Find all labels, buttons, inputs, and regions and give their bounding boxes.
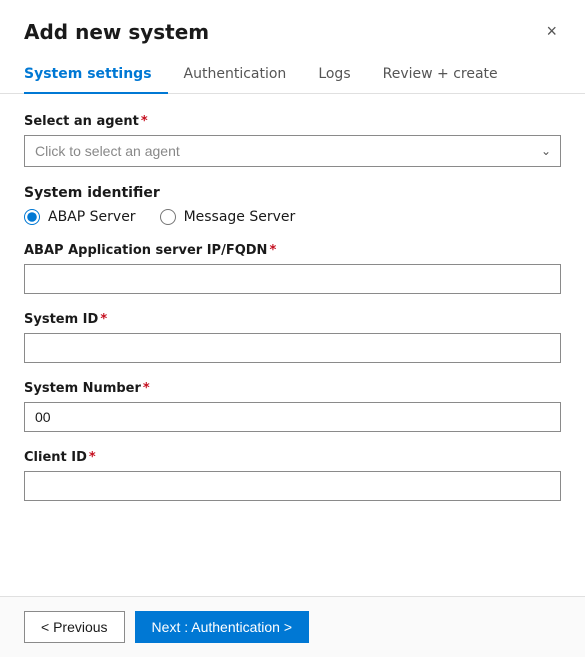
tab-authentication[interactable]: Authentication <box>168 56 303 94</box>
radio-group: ABAP Server Message Server <box>24 209 561 225</box>
system-number-group: System Number* <box>24 381 561 432</box>
radio-message-server[interactable] <box>160 209 176 225</box>
system-identifier-group: System identifier ABAP Server Message Se… <box>24 185 561 225</box>
client-id-required: * <box>89 450 96 465</box>
abap-ip-input[interactable] <box>24 264 561 294</box>
system-id-label: System ID* <box>24 312 561 327</box>
client-id-group: Client ID* <box>24 450 561 501</box>
modal-header: Add new system × <box>0 0 585 44</box>
abap-ip-required: * <box>269 243 276 258</box>
system-number-label: System Number* <box>24 381 561 396</box>
client-id-input[interactable] <box>24 471 561 501</box>
system-id-group: System ID* <box>24 312 561 363</box>
abap-ip-label: ABAP Application server IP/FQDN* <box>24 243 561 258</box>
agent-label: Select an agent* <box>24 114 561 129</box>
add-new-system-modal: Add new system × System settings Authent… <box>0 0 585 657</box>
modal-footer: < Previous Next : Authentication > <box>0 596 585 657</box>
agent-select[interactable]: Click to select an agent <box>24 135 561 167</box>
agent-select-wrapper: Click to select an agent ⌄ <box>24 135 561 167</box>
next-button[interactable]: Next : Authentication > <box>135 611 309 643</box>
modal-title: Add new system <box>24 20 209 44</box>
agent-required: * <box>141 114 148 129</box>
tab-logs[interactable]: Logs <box>302 56 366 94</box>
close-button[interactable]: × <box>542 20 561 42</box>
system-id-required: * <box>100 312 107 327</box>
previous-button[interactable]: < Previous <box>24 611 125 643</box>
radio-message-label[interactable]: Message Server <box>160 209 296 225</box>
tabs-bar: System settings Authentication Logs Revi… <box>0 56 585 94</box>
system-identifier-label: System identifier <box>24 185 561 201</box>
radio-abap-server[interactable] <box>24 209 40 225</box>
system-number-required: * <box>143 381 150 396</box>
modal-body: Select an agent* Click to select an agen… <box>0 94 585 596</box>
radio-abap-label[interactable]: ABAP Server <box>24 209 136 225</box>
client-id-label: Client ID* <box>24 450 561 465</box>
tab-system-settings[interactable]: System settings <box>24 56 168 94</box>
abap-ip-group: ABAP Application server IP/FQDN* <box>24 243 561 294</box>
agent-field-group: Select an agent* Click to select an agen… <box>24 114 561 167</box>
system-number-input[interactable] <box>24 402 561 432</box>
tab-review-create[interactable]: Review + create <box>367 56 514 94</box>
system-id-input[interactable] <box>24 333 561 363</box>
